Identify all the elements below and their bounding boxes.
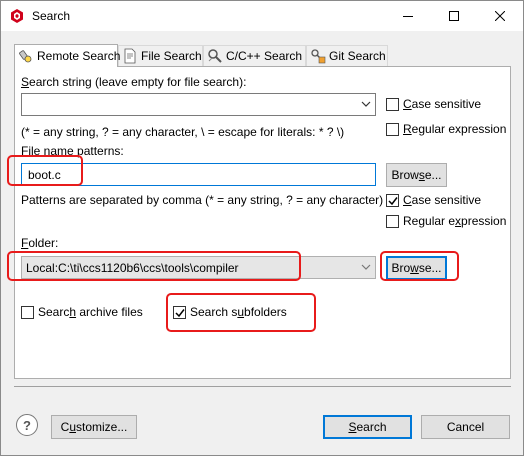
mnemonic: C [403, 193, 412, 207]
label-text: Regular e [403, 214, 456, 228]
folder-combo[interactable]: Local:C:\ti\ccs1120b6\ccs\tools\compiler [21, 256, 376, 279]
file-name-value: boot.c [28, 168, 61, 182]
search-flashlight-icon [19, 50, 32, 63]
minimize-icon [403, 16, 413, 17]
tab-file-search[interactable]: File Search [118, 45, 203, 66]
mnemonic: R [403, 122, 412, 136]
label-text: ase sensitive [411, 97, 482, 111]
maximize-icon [449, 11, 459, 21]
tab-label: Remote Search [37, 49, 121, 63]
chevron-down-icon [361, 101, 371, 107]
mnemonic: S [21, 75, 30, 89]
checkmark-icon [388, 196, 398, 205]
maximize-button[interactable] [431, 1, 477, 31]
cancel-button[interactable]: Cancel [421, 415, 510, 439]
label-text: stomize... [76, 420, 128, 434]
search-string-combo[interactable] [21, 93, 376, 116]
label-text: Search s [190, 305, 238, 319]
tab-label: File Search [141, 49, 202, 63]
close-icon [495, 11, 505, 21]
checkbox-box [173, 305, 186, 319]
label-text: bfolders [244, 305, 287, 319]
search-regex-checkbox[interactable]: Regular expression [386, 122, 506, 136]
tab-remote-search[interactable]: Remote Search [14, 44, 121, 67]
app-icon [11, 9, 23, 23]
button-label: Cancel [446, 420, 485, 434]
label-text: archive files [76, 305, 143, 319]
file-case-sensitive-checkbox[interactable]: Case sensitive [386, 193, 481, 207]
button-label: Browse... [391, 168, 441, 182]
search-archive-files-checkbox[interactable]: Search archive files [21, 305, 143, 319]
minimize-button[interactable] [385, 1, 431, 31]
folder-label: Folder: [21, 236, 58, 250]
label-text: Bro [391, 261, 411, 275]
window-title: Search [32, 9, 71, 23]
file-name-browse-button[interactable]: Browse... [386, 163, 447, 187]
button-label: Customize... [61, 420, 128, 434]
file-name-hint: Patterns are separated by comma (* = any… [21, 193, 384, 207]
file-regex-checkbox[interactable]: Regular expression [386, 214, 506, 228]
checkbox-box [386, 122, 399, 136]
cpp-search-icon [208, 49, 222, 63]
label-text: ile name patterns: [28, 144, 124, 158]
mnemonic: C [403, 97, 412, 111]
search-button[interactable]: Search [323, 415, 412, 439]
tab-label: C/C++ Search [226, 49, 303, 63]
tab-git-search[interactable]: Git Search [306, 45, 388, 66]
folder-browse-button[interactable]: Browse... [386, 256, 447, 280]
tab-label: Git Search [329, 49, 386, 63]
checkbox-box [386, 214, 399, 228]
label-text: egular expression [411, 122, 507, 136]
search-dialog: Search Remote Search File Search C/C++ S… [0, 0, 524, 456]
checkmark-icon [175, 308, 185, 317]
label-text: ase sensitive [411, 193, 482, 207]
button-label: Search [348, 420, 386, 434]
git-search-icon [311, 49, 326, 64]
search-string-label: Search string (leave empty for file sear… [21, 75, 246, 89]
close-button[interactable] [477, 1, 523, 31]
checkbox-label: Case sensitive [403, 193, 481, 207]
checkbox-box [386, 193, 399, 207]
checkbox-label: Regular expression [403, 122, 506, 136]
checkbox-label: Case sensitive [403, 97, 481, 111]
checkbox-box [386, 97, 399, 111]
remote-search-panel: Search string (leave empty for file sear… [14, 66, 511, 379]
checkbox-label: Search archive files [38, 305, 143, 319]
checkbox-box [21, 305, 34, 319]
label-text: e... [424, 168, 442, 182]
search-subfolders-checkbox[interactable]: Search subfolders [173, 305, 287, 319]
file-search-icon [124, 48, 136, 64]
mnemonic: w [410, 261, 419, 275]
folder-value: Local:C:\ti\ccs1120b6\ccs\tools\compiler [26, 261, 239, 275]
file-name-patterns-input[interactable]: boot.c [21, 163, 376, 186]
customize-button[interactable]: Customize... [51, 415, 137, 439]
label-text: older: [28, 236, 59, 250]
help-button[interactable]: ? [16, 414, 38, 436]
search-string-hint: (* = any string, ? = any character, \ = … [21, 125, 345, 139]
help-icon: ? [23, 417, 31, 433]
search-case-sensitive-checkbox[interactable]: Case sensitive [386, 97, 481, 111]
mnemonic: u [69, 420, 76, 434]
tab-cpp-search[interactable]: C/C++ Search [203, 45, 306, 66]
label-text: Searc [38, 305, 70, 319]
label-text: earch string (leave empty for file searc… [29, 75, 247, 89]
label-text: Brow [391, 168, 419, 182]
checkbox-label: Search subfolders [190, 305, 287, 319]
file-name-label: File name patterns: [21, 144, 124, 158]
chevron-down-icon [361, 264, 371, 270]
footer-separator [14, 386, 511, 387]
label-text: C [60, 420, 70, 434]
checkbox-label: Regular expression [403, 214, 506, 228]
label-text: earch [356, 420, 387, 434]
button-label: Browse... [391, 261, 441, 275]
label-text: se... [418, 261, 442, 275]
title-bar: Search [1, 1, 523, 31]
label-text: pression [461, 214, 507, 228]
